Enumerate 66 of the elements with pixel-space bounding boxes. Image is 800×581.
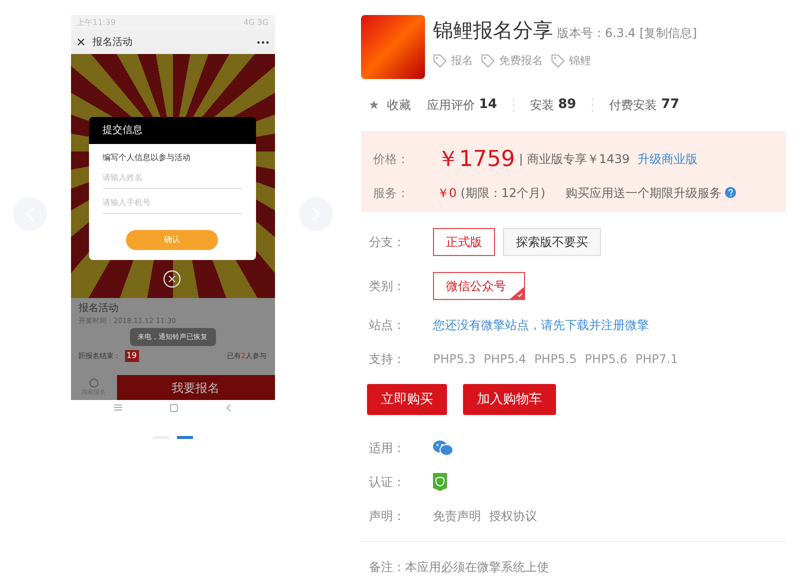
stat-value: 89: [558, 96, 576, 114]
option-label: 类别：: [369, 278, 406, 294]
stat-value: 77: [661, 96, 680, 114]
activity-title: 报名活动: [78, 302, 120, 316]
option-label: 分支：: [369, 234, 406, 250]
tag-link[interactable]: 免费报名: [499, 53, 543, 70]
stat-label: 应用评价: [427, 96, 475, 114]
close-icon: [76, 38, 84, 46]
dialog-title: 提交信息: [88, 117, 256, 144]
help-icon: [725, 187, 736, 198]
stat-value: 14: [479, 96, 498, 114]
page-title: 报名活动: [92, 36, 134, 50]
statement-link[interactable]: 授权协议: [489, 507, 537, 525]
check-corner-icon: [510, 286, 524, 298]
service-term: (期限：12个月): [460, 184, 546, 202]
signup-button[interactable]: 我要报名: [116, 375, 274, 400]
home-icon: [170, 404, 178, 412]
applies-label: 适用：: [369, 440, 406, 457]
buy-button[interactable]: 立即购买: [367, 384, 447, 415]
chat-bubbles-icon: [433, 440, 453, 456]
upgrade-link[interactable]: 升级商业版: [638, 150, 698, 168]
close-circle-icon: [163, 270, 181, 288]
app-icon: [361, 15, 425, 79]
star-icon: [369, 100, 379, 110]
php-version: PHP7.1: [635, 350, 678, 368]
stat-label: 安装: [530, 96, 554, 114]
business-price: 商业版专享￥1439: [527, 151, 630, 168]
favorite-link[interactable]: 收藏: [387, 96, 411, 114]
service-label: 服务：: [373, 184, 410, 202]
tag-icon: [551, 54, 565, 68]
back-icon: [226, 404, 231, 412]
app-title: 锦鲤报名分享: [433, 17, 553, 44]
tag-link[interactable]: 报名: [451, 53, 473, 70]
shield-icon: [433, 473, 447, 491]
more-icon: [256, 40, 268, 44]
price-label: 价格：: [373, 151, 410, 168]
confirm-button[interactable]: 确认: [126, 230, 218, 250]
php-version: PHP5.4: [484, 350, 526, 368]
stat-label: 付费安装: [609, 96, 658, 114]
menu-icon: [114, 404, 122, 411]
copy-info-link[interactable]: [复制信息]: [640, 24, 697, 42]
statement-link[interactable]: 免责声明: [433, 507, 481, 525]
buy-button[interactable]: 加入购物车: [463, 384, 556, 415]
tag-icon: [481, 54, 495, 68]
note-text: 备注：本应用必须在微擎系统上使: [368, 559, 550, 576]
certify-label: 认证：: [369, 474, 406, 491]
version-text: 版本号：6.3.4: [557, 25, 636, 42]
price-value: ￥1759: [437, 146, 515, 174]
tag-link[interactable]: 锦鲤: [569, 53, 591, 70]
statement-label: 声明：: [369, 508, 406, 525]
countdown-value: 19: [124, 350, 139, 362]
chat-icon: [88, 378, 98, 388]
option-button[interactable]: 正式版: [433, 228, 495, 256]
site-label: 站点：: [369, 316, 406, 334]
php-version: PHP5.3: [433, 350, 476, 368]
service-note: 购买应用送一个期限升级服务: [565, 184, 722, 202]
service-price: ￥0: [437, 184, 457, 202]
option-button[interactable]: 探索版不要买: [503, 228, 601, 256]
php-version: PHP5.5: [534, 350, 577, 368]
php-version: PHP5.6: [584, 350, 628, 368]
support-label: 支持：: [369, 350, 406, 368]
separator-text: |: [519, 151, 524, 168]
register-link[interactable]: 您还没有微擎站点，请先下载并注册微擎: [433, 316, 649, 334]
option-button[interactable]: 微信公众号: [433, 272, 525, 300]
dialog-subtitle: 编写个人信息以参与活动: [102, 152, 192, 164]
tag-icon: [433, 54, 447, 68]
